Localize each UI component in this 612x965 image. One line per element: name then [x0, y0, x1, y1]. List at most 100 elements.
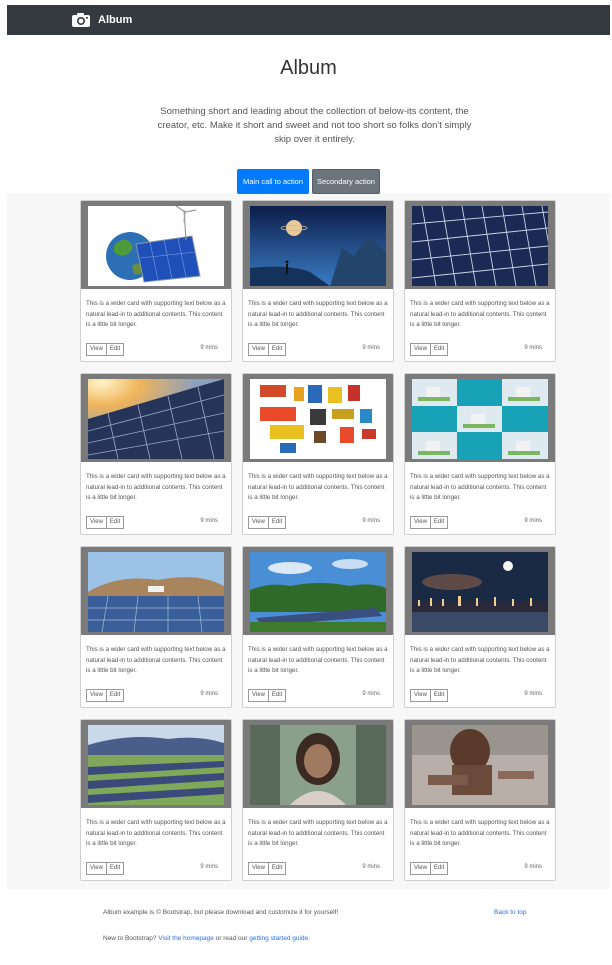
card-button-group: View Edit — [86, 689, 125, 702]
edit-button[interactable]: Edit — [268, 516, 287, 529]
card-text: This is a wider card with supporting tex… — [86, 819, 226, 847]
card-button-group: View Edit — [86, 343, 125, 356]
album-card: This is a wider card with supporting tex… — [404, 719, 556, 881]
jumbotron: Album Something short and leading about … — [7, 35, 610, 194]
edit-button[interactable]: Edit — [106, 343, 125, 356]
card-thumbnail — [405, 201, 555, 289]
card-thumbnail — [81, 374, 231, 462]
view-button[interactable]: View — [86, 862, 107, 875]
view-button[interactable]: View — [248, 862, 269, 875]
card-thumbnail — [243, 547, 393, 635]
view-button[interactable]: View — [410, 862, 431, 875]
edit-button[interactable]: Edit — [430, 862, 449, 875]
card-time: 9 mins — [200, 345, 218, 351]
portrait-image — [250, 725, 386, 805]
album-card: This is a wider card with supporting tex… — [80, 719, 232, 881]
card-button-group: View Edit — [410, 862, 449, 875]
view-button[interactable]: View — [86, 343, 107, 356]
card-time: 9 mins — [524, 864, 542, 870]
edit-button[interactable]: Edit — [106, 862, 125, 875]
edit-button[interactable]: Edit — [268, 343, 287, 356]
card-time: 9 mins — [362, 518, 380, 524]
edit-button[interactable]: Edit — [268, 862, 287, 875]
card-time: 9 mins — [524, 518, 542, 524]
view-button[interactable]: View — [248, 516, 269, 529]
card-time: 9 mins — [362, 691, 380, 697]
card-thumbnail — [81, 720, 231, 808]
card-thumbnail — [81, 547, 231, 635]
album-card: This is a wider card with supporting tex… — [242, 546, 394, 708]
navbar: Album — [7, 5, 610, 35]
new-to-bootstrap-text: New to Bootstrap? — [103, 935, 157, 942]
edit-button[interactable]: Edit — [430, 689, 449, 702]
card-thumbnail — [405, 374, 555, 462]
solar-panel-closeup-image — [412, 206, 548, 286]
card-text: This is a wider card with supporting tex… — [86, 300, 226, 328]
view-button[interactable]: View — [248, 689, 269, 702]
edit-button[interactable]: Edit — [430, 343, 449, 356]
card-text: This is a wider card with supporting tex… — [248, 819, 388, 847]
album-card: This is a wider card with supporting tex… — [404, 200, 556, 362]
view-button[interactable]: View — [86, 516, 107, 529]
space-landscape-image — [250, 206, 386, 286]
album-card: This is a wider card with supporting tex… — [80, 546, 232, 708]
card-time: 9 mins — [200, 864, 218, 870]
page-frame: Album Album Something short and leading … — [7, 5, 610, 962]
card-text: This is a wider card with supporting tex… — [248, 473, 388, 501]
footer-links: New to Bootstrap? Visit the homepage or … — [103, 935, 310, 942]
card-text: This is a wider card with supporting tex… — [410, 819, 550, 847]
card-time: 9 mins — [362, 345, 380, 351]
card-time: 9 mins — [200, 691, 218, 697]
card-button-group: View Edit — [410, 689, 449, 702]
card-time: 9 mins — [524, 691, 542, 697]
back-to-top-link[interactable]: Back to top — [494, 909, 527, 916]
view-button[interactable]: View — [410, 516, 431, 529]
or-read-text: or read our — [215, 935, 248, 942]
edit-button[interactable]: Edit — [106, 689, 125, 702]
view-button[interactable]: View — [410, 689, 431, 702]
card-button-group: View Edit — [248, 516, 287, 529]
brand-link[interactable]: Album — [71, 12, 132, 28]
card-time: 9 mins — [524, 345, 542, 351]
card-thumbnail — [405, 720, 555, 808]
main-call-to-action-button[interactable]: Main call to action — [237, 169, 309, 194]
person-photo-image — [412, 725, 548, 805]
card-time: 9 mins — [362, 864, 380, 870]
album-card: This is a wider card with supporting tex… — [242, 719, 394, 881]
secondary-action-button[interactable]: Secondary action — [312, 169, 380, 194]
view-button[interactable]: View — [410, 343, 431, 356]
edit-button[interactable]: Edit — [430, 516, 449, 529]
card-thumbnail — [243, 201, 393, 289]
card-text: This is a wider card with supporting tex… — [410, 300, 550, 328]
card-thumbnail — [405, 547, 555, 635]
view-button[interactable]: View — [86, 689, 107, 702]
edit-button[interactable]: Edit — [106, 516, 125, 529]
card-text: This is a wider card with supporting tex… — [410, 473, 550, 501]
album-card: This is a wider card with supporting tex… — [80, 200, 232, 362]
copyright-text: Album example is © Bootstrap, but please… — [103, 909, 339, 916]
album-card: This is a wider card with supporting tex… — [242, 200, 394, 362]
view-button[interactable]: View — [248, 343, 269, 356]
getting-started-link[interactable]: getting started guide. — [249, 935, 310, 942]
hero-buttons: Main call to action Secondary action — [7, 169, 610, 194]
card-button-group: View Edit — [410, 343, 449, 356]
card-time: 9 mins — [200, 518, 218, 524]
solar-farm-field-image — [88, 725, 224, 805]
card-button-group: View Edit — [248, 689, 287, 702]
brand-name: Album — [98, 14, 133, 26]
solar-farm-hills-image — [88, 552, 224, 632]
album-card: This is a wider card with supporting tex… — [80, 373, 232, 535]
album-card: This is a wider card with supporting tex… — [242, 373, 394, 535]
camera-icon — [72, 13, 90, 27]
edit-button[interactable]: Edit — [268, 689, 287, 702]
card-text: This is a wider card with supporting tex… — [248, 300, 388, 328]
batteries-image — [250, 379, 386, 459]
city-night-image — [412, 552, 548, 632]
visit-homepage-link[interactable]: Visit the homepage — [158, 935, 214, 942]
earth-solar-panel-image — [88, 206, 224, 286]
solar-panels-sunlight-image — [88, 379, 224, 459]
footer: Album example is © Bootstrap, but please… — [7, 889, 610, 962]
card-text: This is a wider card with supporting tex… — [86, 473, 226, 501]
power-plant-icons-image — [412, 379, 548, 459]
card-thumbnail — [243, 720, 393, 808]
